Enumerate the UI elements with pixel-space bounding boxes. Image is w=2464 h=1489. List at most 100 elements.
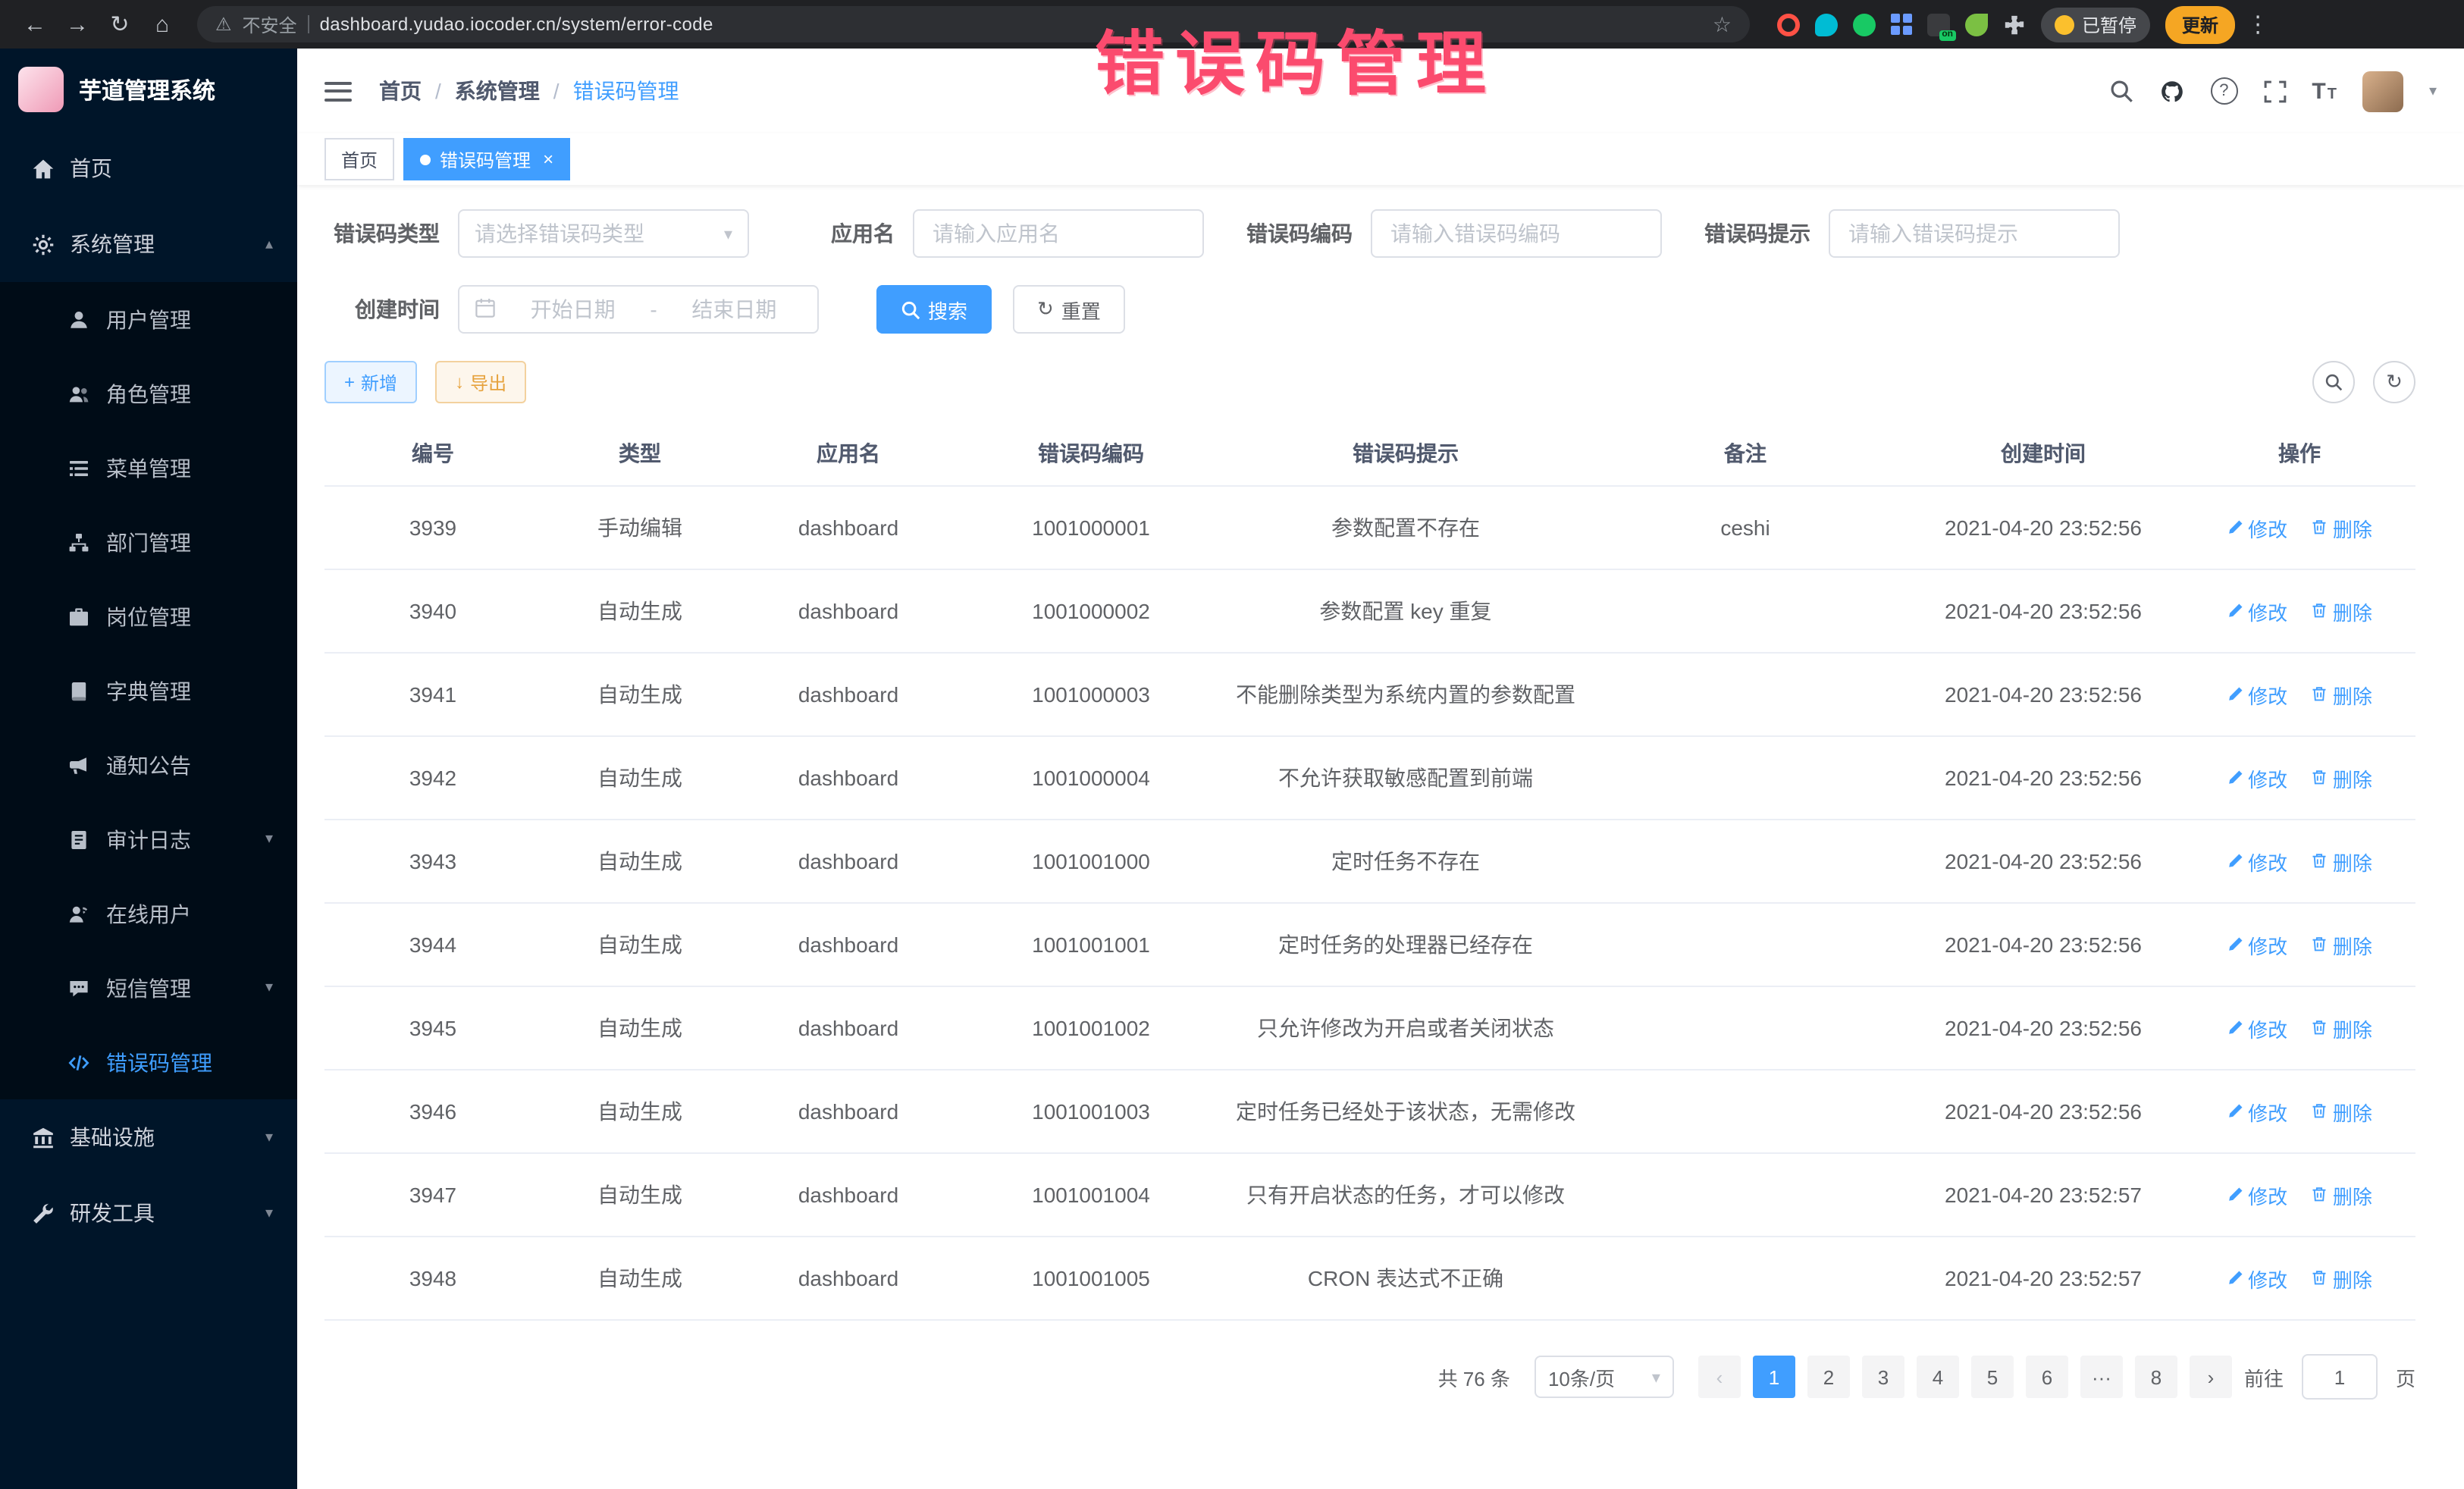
github-icon[interactable] xyxy=(2158,78,2184,104)
sidebar-item-notices[interactable]: 通知公告 xyxy=(0,728,297,802)
edit-link[interactable]: 修改 xyxy=(2227,680,2287,709)
refresh-table-button[interactable]: ↻ xyxy=(2373,361,2415,403)
reload-icon[interactable]: ↻ xyxy=(100,5,140,44)
extension-grid-icon[interactable] xyxy=(1891,14,1912,35)
sidebar-item-home[interactable]: 首页 xyxy=(0,130,297,206)
sidebar-item-sms[interactable]: 短信管理 ▾ xyxy=(0,951,297,1025)
filter-error-message: 错误码提示 xyxy=(1704,209,2120,258)
sidebar-item-system[interactable]: 系统管理 ▴ xyxy=(0,206,297,282)
page-button-1[interactable]: 1 xyxy=(1753,1356,1795,1398)
start-date[interactable]: 开始日期 xyxy=(505,294,641,324)
sidebar-item-online-users[interactable]: 在线用户 xyxy=(0,876,297,951)
extension-leaf-icon[interactable] xyxy=(1965,13,1988,36)
prev-page-button[interactable]: ‹ xyxy=(1698,1356,1741,1398)
tab-home[interactable]: 首页 xyxy=(324,138,394,180)
trash-icon xyxy=(2312,1183,2328,1206)
page-button-5[interactable]: 5 xyxy=(1971,1356,2014,1398)
help-icon[interactable]: ? xyxy=(2210,77,2237,105)
bookmark-star-icon[interactable]: ☆ xyxy=(1713,11,1732,37)
delete-link[interactable]: 删除 xyxy=(2312,1014,2372,1042)
cell-remark xyxy=(1588,903,1903,986)
search-icon[interactable] xyxy=(2108,79,2133,103)
sidebar-item-roles[interactable]: 角色管理 xyxy=(0,356,297,431)
cell-remark xyxy=(1588,820,1903,903)
edit-link[interactable]: 修改 xyxy=(2227,847,2287,876)
sidebar-item-users[interactable]: 用户管理 xyxy=(0,282,297,356)
goto-page-input[interactable] xyxy=(2302,1354,2378,1400)
font-size-icon[interactable]: TT xyxy=(2312,78,2337,104)
edit-link[interactable]: 修改 xyxy=(2227,1014,2287,1042)
browser-home-icon[interactable]: ⌂ xyxy=(143,5,182,44)
address-bar[interactable]: ⚠ 不安全 dashboard.yudao.iocoder.cn/system/… xyxy=(197,6,1750,42)
cell-id: 3946 xyxy=(324,1070,541,1153)
paused-badge[interactable]: 已暂停 xyxy=(2041,7,2150,42)
error-type-select[interactable]: 请选择错误码类型 ▾ xyxy=(458,209,749,258)
extension-green-icon[interactable] xyxy=(1853,13,1876,36)
delete-link[interactable]: 删除 xyxy=(2312,680,2372,709)
sidebar-item-posts[interactable]: 岗位管理 xyxy=(0,579,297,654)
error-code-input[interactable] xyxy=(1387,220,1645,247)
delete-link[interactable]: 删除 xyxy=(2312,1097,2372,1126)
back-icon[interactable]: ← xyxy=(15,5,55,44)
delete-link[interactable]: 删除 xyxy=(2312,847,2372,876)
add-button[interactable]: + 新增 xyxy=(324,361,417,403)
page-ellipsis[interactable]: ··· xyxy=(2080,1356,2123,1398)
search-button[interactable]: 搜索 xyxy=(876,285,992,334)
tab-error-code[interactable]: 错误码管理 × xyxy=(403,138,570,180)
edit-link[interactable]: 修改 xyxy=(2227,1180,2287,1209)
breadcrumb-system[interactable]: 系统管理 xyxy=(455,76,540,106)
edit-link[interactable]: 修改 xyxy=(2227,930,2287,959)
extension-adblock-icon[interactable]: on xyxy=(1927,13,1950,36)
delete-link[interactable]: 删除 xyxy=(2312,597,2372,625)
user-icon xyxy=(67,307,91,331)
breadcrumb-home[interactable]: 首页 xyxy=(379,76,422,106)
extension-red-icon[interactable] xyxy=(1777,13,1800,36)
edit-link[interactable]: 修改 xyxy=(2227,1097,2287,1126)
export-button[interactable]: ↓ 导出 xyxy=(435,361,526,403)
sidebar-item-departments[interactable]: 部门管理 xyxy=(0,505,297,579)
sidebar-item-audit-logs[interactable]: 审计日志 ▾ xyxy=(0,802,297,876)
sidebar-item-error-codes[interactable]: 错误码管理 xyxy=(0,1025,297,1099)
app-name-input[interactable] xyxy=(929,220,1187,247)
delete-link[interactable]: 删除 xyxy=(2312,1264,2372,1293)
delete-link[interactable]: 删除 xyxy=(2312,513,2372,542)
cell-actions: 修改 删除 xyxy=(2183,1070,2415,1153)
update-button[interactable]: 更新 xyxy=(2165,5,2235,43)
avatar[interactable] xyxy=(2362,71,2403,111)
cell-app: dashboard xyxy=(738,736,958,820)
browser-menu-dots-icon[interactable]: ⋮ xyxy=(2238,5,2277,44)
delete-link[interactable]: 删除 xyxy=(2312,930,2372,959)
hamburger-icon[interactable] xyxy=(324,81,352,101)
close-icon[interactable]: × xyxy=(543,149,553,170)
page-button-4[interactable]: 4 xyxy=(1917,1356,1959,1398)
sidebar-item-menus[interactable]: 菜单管理 xyxy=(0,431,297,505)
page-button-6[interactable]: 6 xyxy=(2026,1356,2068,1398)
reset-button[interactable]: ↻ 重置 xyxy=(1013,285,1125,334)
page-button-8[interactable]: 8 xyxy=(2135,1356,2177,1398)
page-size-select[interactable]: 10条/页 ▾ xyxy=(1535,1356,1674,1398)
edit-link[interactable]: 修改 xyxy=(2227,1264,2287,1293)
date-range-picker[interactable]: 开始日期 - 结束日期 xyxy=(458,285,819,334)
sidebar-item-infrastructure[interactable]: 基础设施 ▾ xyxy=(0,1099,297,1175)
error-message-input[interactable] xyxy=(1845,220,2103,247)
edit-link[interactable]: 修改 xyxy=(2227,597,2287,625)
avatar-caret-icon[interactable]: ▾ xyxy=(2429,83,2437,99)
page-button-3[interactable]: 3 xyxy=(1862,1356,1904,1398)
forward-icon[interactable]: → xyxy=(58,5,97,44)
fullscreen-icon[interactable] xyxy=(2263,80,2286,102)
filter-error-type: 错误码类型 请选择错误码类型 ▾ xyxy=(324,209,749,258)
toggle-search-button[interactable] xyxy=(2312,361,2355,403)
extensions-puzzle-icon[interactable] xyxy=(2003,13,2026,36)
page-button-2[interactable]: 2 xyxy=(1807,1356,1850,1398)
extension-teal-icon[interactable] xyxy=(1815,13,1838,36)
edit-link[interactable]: 修改 xyxy=(2227,513,2287,542)
delete-link[interactable]: 删除 xyxy=(2312,1180,2372,1209)
end-date[interactable]: 结束日期 xyxy=(666,294,802,324)
download-icon: ↓ xyxy=(455,371,464,393)
sidebar-item-dev-tools[interactable]: 研发工具 ▾ xyxy=(0,1175,297,1251)
cell-time: 2021-04-20 23:52:56 xyxy=(1903,736,2183,820)
sidebar-item-dictionaries[interactable]: 字典管理 xyxy=(0,654,297,728)
edit-link[interactable]: 修改 xyxy=(2227,763,2287,792)
delete-link[interactable]: 删除 xyxy=(2312,763,2372,792)
next-page-button[interactable]: › xyxy=(2190,1356,2232,1398)
